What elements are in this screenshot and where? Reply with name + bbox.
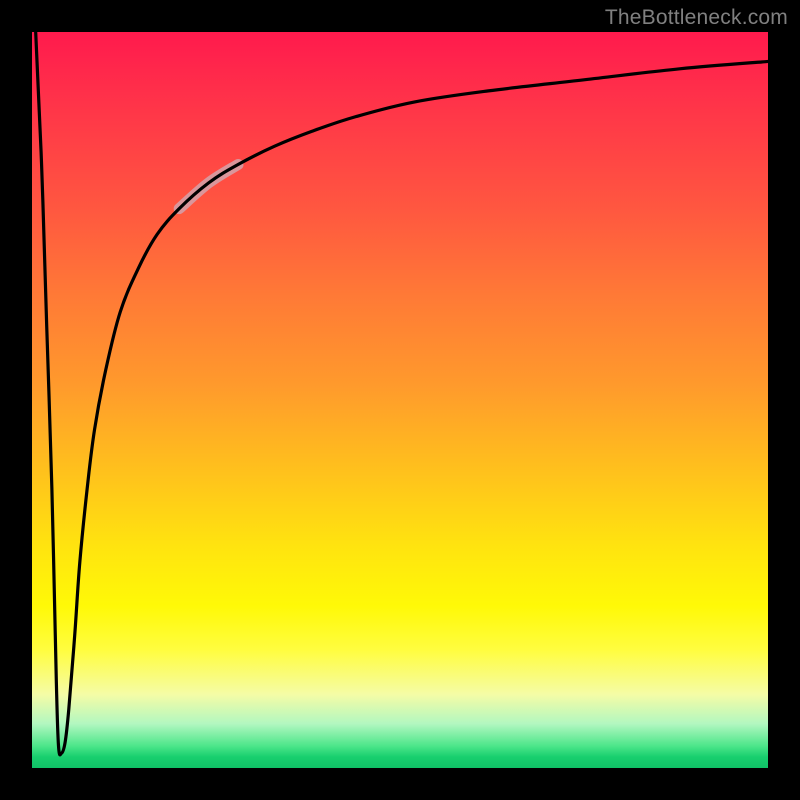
bottleneck-curve-line <box>36 32 768 755</box>
plot-area <box>32 32 768 768</box>
watermark-text: TheBottleneck.com <box>605 6 788 30</box>
plot-frame <box>0 0 800 800</box>
curve-svg <box>32 32 768 768</box>
chart-container: TheBottleneck.com <box>0 0 800 800</box>
